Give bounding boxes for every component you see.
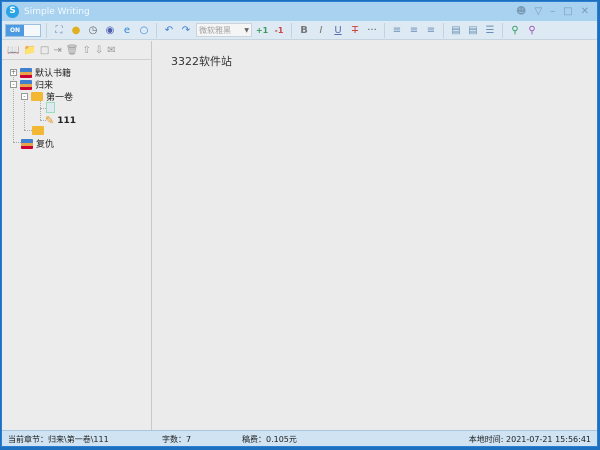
editor-content[interactable]: 3322软件站 (171, 53, 232, 69)
status-bar: 当前章节：归来\第一卷\111 字数：7 稿费：0.105元 本地时间: 202… (2, 430, 597, 446)
font-decrease-button[interactable]: -1 (272, 23, 286, 37)
tree-item-chapter-selected[interactable]: ✎ 111 (45, 114, 76, 127)
sidebar-toolbar: 📖 📁 □ ⇥ 🗑 ⇧ ⇩ ✉ (2, 41, 151, 60)
align-right-icon[interactable]: ≡ (424, 23, 438, 37)
collapse-icon[interactable]: - (10, 81, 17, 88)
insert-icon[interactable]: ⇥ (53, 45, 61, 56)
delete-icon[interactable]: 🗑 (66, 45, 79, 56)
chevron-down-icon: ▼ (244, 26, 249, 34)
app-title: Simple Writing (24, 6, 90, 17)
more-button[interactable]: ··· (365, 23, 379, 37)
redo-icon[interactable]: ↷ (179, 23, 193, 37)
folder-icon (31, 92, 43, 101)
collapse-icon[interactable]: - (21, 93, 28, 100)
tree-item-book[interactable]: 复仇 (21, 137, 54, 150)
circle-icon[interactable]: ○ (137, 23, 151, 37)
sidebar: 📖 📁 □ ⇥ 🗑 ⇧ ⇩ ✉ + 默认书籍 - 归来 - 第一卷 ✎ 111 复仇 (2, 41, 152, 430)
fullscreen-icon[interactable]: ⛶ (52, 23, 66, 37)
fee: 稿费：0.105元 (242, 435, 297, 444)
clock-icon[interactable]: ◷ (86, 23, 100, 37)
app-logo-icon: S (6, 5, 19, 18)
bold-button[interactable]: B (297, 23, 311, 37)
outdent-icon[interactable]: ▤ (466, 23, 480, 37)
expand-icon[interactable]: + (10, 69, 17, 76)
close-icon[interactable]: ✕ (581, 6, 589, 17)
undo-icon[interactable]: ↶ (162, 23, 176, 37)
document-icon (46, 102, 55, 113)
new-document-icon[interactable]: □ (40, 45, 49, 56)
folder-icon (32, 126, 44, 135)
browser-icon[interactable]: e (120, 23, 134, 37)
user-icon[interactable]: ☻ (516, 6, 526, 17)
dropdown-icon[interactable]: ▽ (534, 6, 542, 17)
replace-icon[interactable]: ⚲ (525, 23, 539, 37)
editor[interactable]: 3322软件站 (153, 41, 597, 430)
folder-icon[interactable]: 📁 (23, 45, 35, 56)
app-window: S Simple Writing ☻ ▽ – □ ✕ ON ⛶ ● ◷ ◉ e … (1, 1, 598, 447)
lock-icon[interactable]: ● (69, 23, 83, 37)
italic-button[interactable]: I (314, 23, 328, 37)
title-bar: S Simple Writing ☻ ▽ – □ ✕ (2, 2, 597, 21)
align-center-icon[interactable]: ≡ (407, 23, 421, 37)
media-icon[interactable]: ◉ (103, 23, 117, 37)
font-increase-button[interactable]: +1 (255, 23, 269, 37)
tree-label: 复仇 (36, 140, 55, 150)
tree-item-volume[interactable] (32, 126, 47, 135)
tree-label: 111 (57, 115, 77, 126)
local-time: 本地时间: 2021-07-21 15:56:41 (468, 435, 591, 444)
font-name: 微软雅黑 (199, 25, 231, 35)
font-select[interactable]: 微软雅黑 ▼ (196, 23, 252, 37)
tree-item-chapter[interactable] (46, 102, 58, 113)
minimize-icon[interactable]: – (550, 6, 555, 17)
underline-button[interactable]: U (331, 23, 345, 37)
move-down-icon[interactable]: ⇩ (95, 45, 103, 56)
book-tree: + 默认书籍 - 归来 - 第一卷 ✎ 111 复仇 (2, 60, 151, 150)
align-left-icon[interactable]: ≡ (390, 23, 404, 37)
toggle-label: ON (6, 24, 24, 36)
indent-icon[interactable]: ▤ (449, 23, 463, 37)
on-off-toggle[interactable]: ON (5, 23, 41, 37)
word-count: 字数：7 (162, 435, 192, 444)
toolbar: ON ⛶ ● ◷ ◉ e ○ ↶ ↷ 微软雅黑 ▼ +1 -1 B I U T ·… (2, 21, 597, 40)
search-icon[interactable]: ⚲ (508, 23, 522, 37)
current-chapter: 当前章节：归来\第一卷\111 (8, 435, 109, 444)
book-icon (20, 67, 32, 78)
strikethrough-button[interactable]: T (348, 23, 362, 37)
maximize-icon[interactable]: □ (563, 6, 572, 17)
export-icon[interactable]: ✉ (107, 45, 115, 56)
list-icon[interactable]: ☰ (483, 23, 497, 37)
book-icon (21, 138, 33, 149)
book-icon[interactable]: 📖 (7, 45, 19, 56)
move-up-icon[interactable]: ⇧ (82, 45, 90, 56)
book-icon (20, 79, 32, 90)
